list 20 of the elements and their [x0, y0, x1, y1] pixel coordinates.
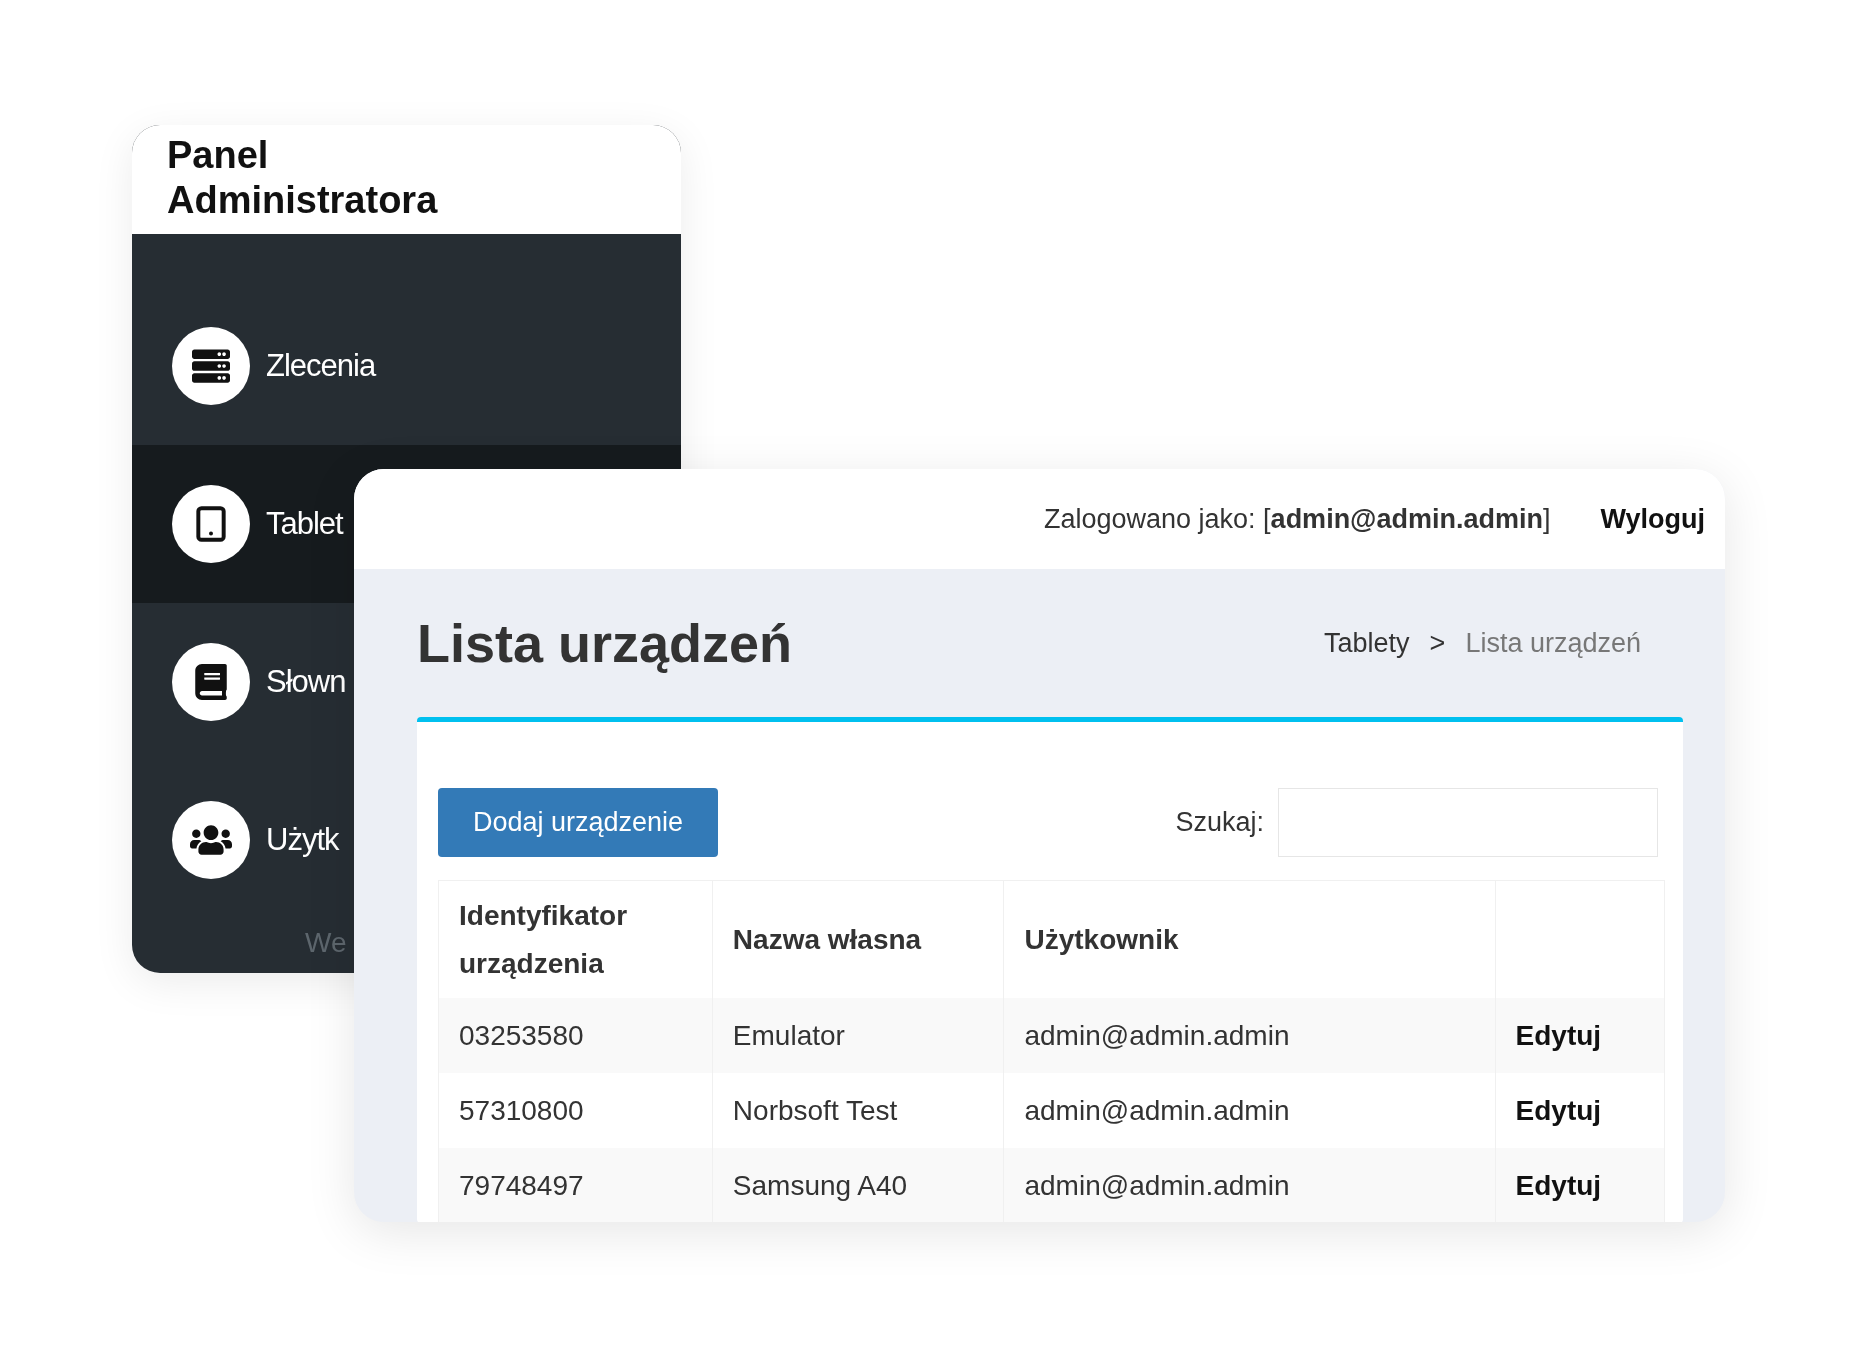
login-info: Zalogowano jako: [admin@admin.admin]	[1043, 503, 1551, 535]
breadcrumb-link[interactable]: Lista urządzeń	[1465, 627, 1641, 659]
sidebar-footer-text: We	[304, 926, 348, 959]
sidebar-title: Panel Administratora	[167, 133, 438, 223]
edit-link[interactable]: Edytuj	[1515, 1169, 1602, 1201]
server-icon	[192, 347, 230, 385]
search-label: Szukaj:	[1175, 807, 1264, 838]
breadcrumb-link[interactable]: Tablety	[1324, 627, 1410, 659]
table-cell: Samsung A40	[712, 1148, 1004, 1222]
logout-link[interactable]: Wyloguj	[1600, 503, 1705, 535]
search-field[interactable]	[1278, 788, 1658, 857]
book-icon	[193, 664, 229, 700]
edit-link[interactable]: Edytuj	[1515, 1094, 1602, 1126]
table-cell: 79748497	[438, 1148, 713, 1222]
page-title: Lista urządzeń	[417, 612, 793, 674]
breadcrumb-separator: >	[1429, 627, 1446, 659]
sidebar-item[interactable]: Zlecenia	[132, 287, 380, 445]
edit-link[interactable]: Edytuj	[1515, 1019, 1602, 1051]
add-device-button[interactable]: Dodaj urządzenie	[438, 788, 718, 857]
table-cell: admin@admin.admin	[1003, 1148, 1496, 1222]
